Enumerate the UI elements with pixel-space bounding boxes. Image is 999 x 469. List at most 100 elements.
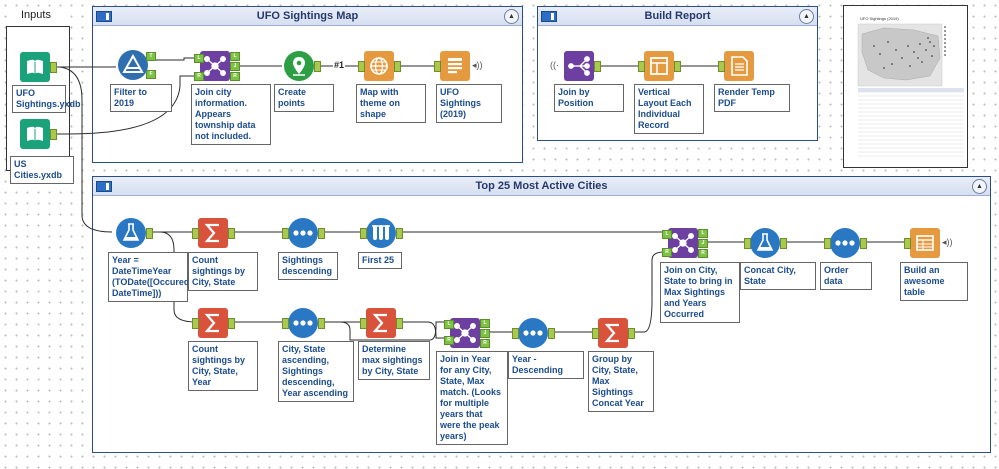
output-anchor[interactable]	[548, 328, 555, 339]
incoming-connection-icon[interactable]: ((·	[550, 60, 559, 70]
ufo-input-label: UFO Sightings.yxdb	[12, 85, 81, 113]
summarize-city-state-year-tool[interactable]	[198, 308, 228, 338]
r-output-anchor[interactable]: R	[230, 72, 240, 81]
output-anchor[interactable]	[228, 318, 235, 329]
j-output-anchor[interactable]: J	[698, 239, 708, 248]
input-anchor[interactable]	[192, 318, 199, 329]
layer-badge: #1	[333, 60, 346, 70]
concat-label: Concat City, State	[740, 262, 816, 290]
sort-csy-label: City, State ascending, Sightings descend…	[278, 341, 354, 402]
output-anchor[interactable]	[50, 62, 57, 73]
sort-year-label: Year - Descending	[508, 351, 584, 379]
j-output-anchor[interactable]: J	[480, 329, 490, 338]
filter-label: Filter to 2019	[110, 84, 172, 112]
us-cities-label: US Cities.yxdb	[10, 156, 74, 184]
r-output-anchor[interactable]: R	[698, 249, 708, 258]
l-output-anchor[interactable]: L	[480, 319, 490, 328]
layout-label: Vertical Layout Each Individual Record	[634, 84, 704, 134]
output-anchor[interactable]	[228, 228, 235, 239]
group-concat-tool[interactable]	[598, 318, 628, 348]
left-anchor[interactable]: L	[662, 230, 672, 239]
output-anchor[interactable]	[394, 61, 401, 72]
render-tool[interactable]	[724, 51, 754, 81]
table-label: Build an awesome table	[900, 262, 968, 301]
input-anchor[interactable]	[282, 228, 289, 239]
input-anchor[interactable]	[512, 328, 519, 339]
sample-first25-label: First 25	[358, 252, 402, 269]
output-anchor[interactable]	[780, 238, 787, 249]
formula-label: Year = DateTimeYear (TODate([Occured Dat…	[108, 252, 189, 302]
output-anchor[interactable]	[318, 228, 325, 239]
join-year-tool[interactable]	[450, 318, 480, 348]
sample-first25-tool[interactable]	[366, 218, 396, 248]
input-anchor[interactable]	[592, 328, 599, 339]
layout-tool[interactable]	[644, 51, 674, 81]
true-anchor[interactable]: T	[146, 52, 156, 61]
r-output-anchor[interactable]: R	[480, 339, 490, 348]
input-anchor[interactable]	[358, 61, 365, 72]
input-anchor[interactable]	[282, 318, 289, 329]
output-anchor[interactable]	[594, 61, 601, 72]
j-output-anchor[interactable]: J	[230, 62, 240, 71]
output-anchor[interactable]	[146, 228, 153, 239]
left-anchor[interactable]: L	[444, 320, 454, 329]
summarize-city-state-label: Count sightings by City, State	[188, 252, 258, 291]
ufo-browse-label: UFO Sightings (2019)	[436, 84, 502, 123]
group-concat-label: Group by City, State, Max Sightings Conc…	[588, 351, 654, 412]
speaker-icon[interactable]: ◂))	[942, 237, 953, 248]
ufo-browse-tool[interactable]	[440, 51, 470, 81]
join-city-label: Join city information. Appears township …	[191, 84, 271, 145]
summarize-max-tool[interactable]	[366, 308, 396, 338]
output-anchor[interactable]	[628, 328, 635, 339]
sort-year-tool[interactable]	[518, 318, 548, 348]
input-anchor[interactable]	[718, 61, 725, 72]
sort-sightings-tool[interactable]	[288, 218, 318, 248]
summarize-max-label: Determine max sightings by City, State	[358, 341, 430, 380]
output-anchor[interactable]	[314, 61, 321, 72]
us-cities-input-tool[interactable]	[20, 119, 50, 149]
input-anchor[interactable]	[360, 318, 367, 329]
l-output-anchor[interactable]: L	[698, 229, 708, 238]
ufo-sightings-input-tool[interactable]	[20, 52, 50, 82]
formula-tool[interactable]	[116, 218, 146, 248]
filter-tool[interactable]	[118, 50, 148, 80]
input-anchor[interactable]	[434, 61, 441, 72]
map-tool[interactable]	[364, 51, 394, 81]
right-anchor[interactable]: R	[662, 248, 672, 257]
concat-formula-tool[interactable]	[750, 228, 780, 258]
join-city-state-label: Join on City, State to bring in Max Sigh…	[660, 262, 740, 323]
input-anchor[interactable]	[824, 238, 831, 249]
left-anchor[interactable]: L	[194, 54, 204, 63]
create-points-tool[interactable]	[284, 51, 314, 81]
output-anchor[interactable]	[860, 238, 867, 249]
right-anchor[interactable]: R	[444, 336, 454, 345]
order-sort-tool[interactable]	[830, 228, 860, 258]
render-label: Render Temp PDF	[714, 84, 790, 112]
summarize-city-state-tool[interactable]	[198, 218, 228, 248]
right-anchor[interactable]: R	[194, 72, 204, 81]
summarize-csy-label: Count sightings by City, State, Year	[188, 341, 258, 391]
table-tool[interactable]	[910, 228, 940, 258]
sort-sightings-label: Sightings descending	[278, 252, 338, 280]
create-points-label: Create points	[274, 84, 334, 112]
input-anchor[interactable]	[904, 238, 911, 249]
output-anchor[interactable]	[396, 318, 403, 329]
sort-csy-tool[interactable]	[288, 308, 318, 338]
input-anchor[interactable]	[744, 238, 751, 249]
input-anchor[interactable]	[360, 228, 367, 239]
speaker-icon[interactable]: ◂))	[472, 60, 483, 71]
order-label: Order data	[820, 262, 872, 290]
output-anchor[interactable]	[318, 318, 325, 329]
output-anchor[interactable]	[50, 129, 57, 140]
join-city-tool[interactable]	[200, 51, 230, 81]
join-position-tool[interactable]	[564, 51, 594, 81]
join-year-label: Join in Year for any City, State, Max ma…	[436, 351, 508, 445]
l-output-anchor[interactable]: L	[230, 52, 240, 61]
input-anchor[interactable]	[192, 228, 199, 239]
output-anchor[interactable]	[396, 228, 403, 239]
input-anchor[interactable]	[638, 61, 645, 72]
false-anchor[interactable]: F	[146, 70, 156, 79]
map-label: Map with theme on shape	[356, 84, 426, 123]
join-city-state-tool[interactable]	[668, 228, 698, 258]
output-anchor[interactable]	[674, 61, 681, 72]
